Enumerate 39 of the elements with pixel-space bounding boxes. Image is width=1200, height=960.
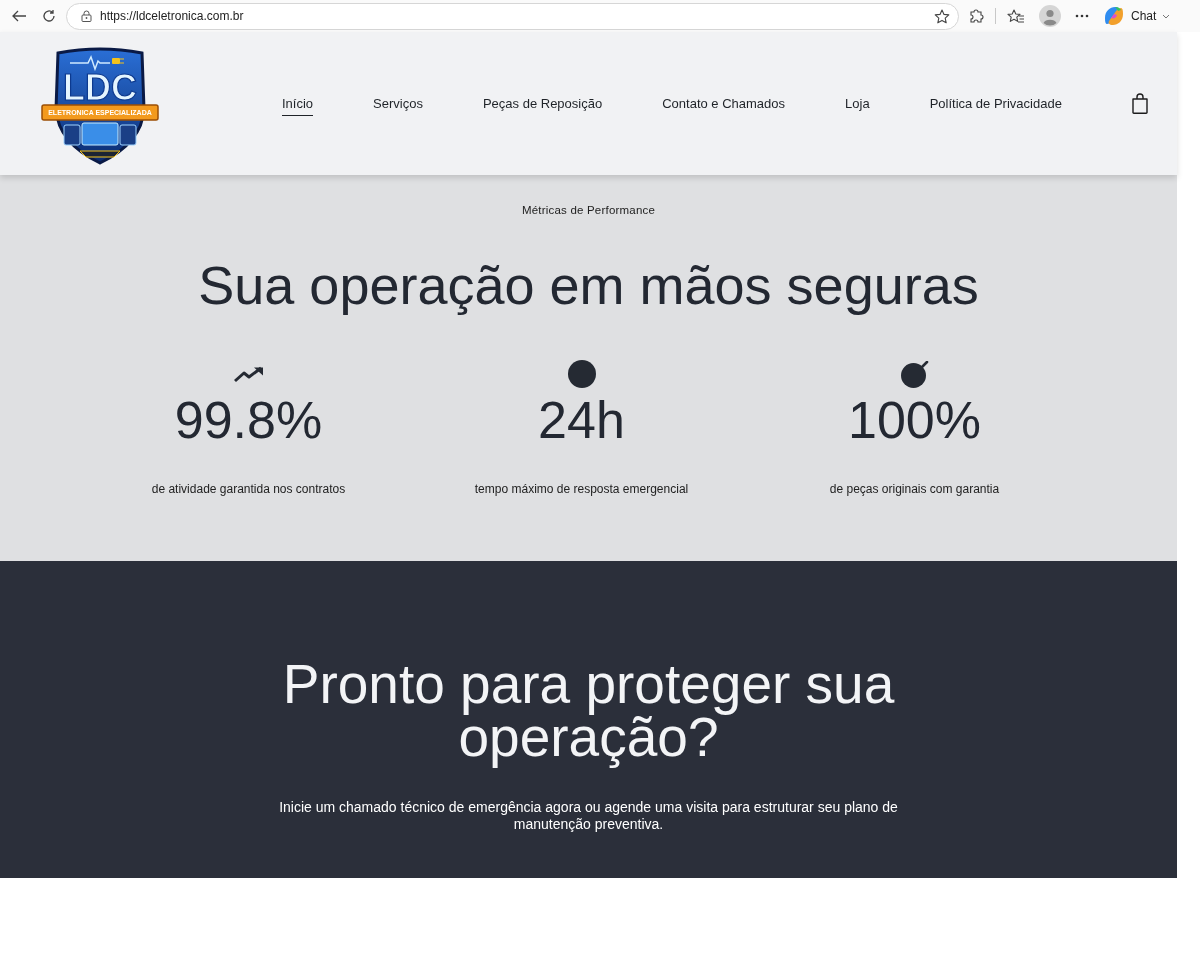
more-icon[interactable] [1075, 14, 1089, 18]
metric-caption: de atividade garantida nos contratos [151, 482, 346, 496]
favorites-icon[interactable] [1007, 8, 1025, 24]
metric-value: 100% [848, 394, 981, 446]
profile-avatar-icon[interactable] [1039, 5, 1061, 27]
nav-link[interactable]: Serviços [373, 91, 423, 116]
refresh-icon [42, 9, 56, 23]
nav-link[interactable]: Política de Privacidade [929, 91, 1062, 116]
swirl-icon [1103, 6, 1125, 26]
nav-link[interactable]: Contato e Chamados [662, 91, 786, 116]
plug-icon [112, 57, 125, 64]
metric-value: 99.8% [174, 394, 323, 446]
heartbeat-line-icon [69, 54, 111, 71]
trending-up-icon [232, 365, 265, 383]
cta-paragraph: Inicie um chamado técnico de emergência agora ou agende uma visita para estruturar seu plano de manutenção preventiva. [278, 799, 899, 833]
shopping-bag-icon [1131, 93, 1148, 114]
metric-caption: tempo máximo de resposta emergencial [474, 482, 689, 496]
metric-caption: de peças originais com garantia [829, 482, 1000, 496]
url-text: https://ldceletronica.com.br [100, 9, 245, 23]
nav-link[interactable]: Início [282, 91, 314, 116]
back-arrow-icon [11, 10, 27, 22]
console-drawing [79, 150, 121, 157]
bomb-icon [900, 360, 929, 388]
nav-link[interactable]: Loja [845, 91, 870, 116]
tablet-drawing [119, 124, 137, 145]
dot-icon [567, 360, 596, 388]
section-eyebrow: Métricas de Performance [520, 204, 657, 216]
nav-link[interactable]: Peças de Reposição [482, 91, 603, 116]
metric-value: 24h [538, 394, 625, 446]
tablet-drawing [63, 124, 81, 145]
logo-title: LDC [63, 66, 137, 108]
caret-icon [1162, 13, 1171, 19]
star-icon[interactable] [934, 8, 950, 24]
chat-button[interactable]: Chat [1103, 6, 1171, 26]
extensions-icon[interactable] [968, 8, 984, 24]
address-bar[interactable]: https://ldceletronica.com.br [66, 2, 959, 30]
lock-icon [81, 10, 92, 22]
cart-button[interactable] [1131, 93, 1148, 114]
monitor-drawing [81, 122, 119, 145]
